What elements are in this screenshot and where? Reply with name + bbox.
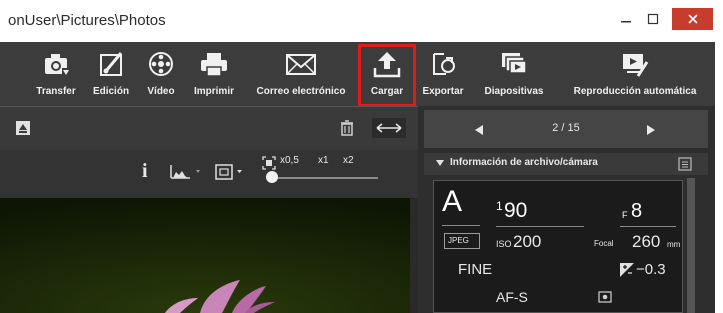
file-type-box: JPEG xyxy=(444,233,480,249)
printer-icon xyxy=(201,53,227,77)
zoom-slider-track[interactable] xyxy=(272,177,378,179)
print-label: Imprimir xyxy=(193,86,234,97)
focus-mode: AF-S xyxy=(496,289,528,305)
maximize-icon[interactable] xyxy=(642,8,664,30)
zoom-slider-thumb[interactable] xyxy=(266,171,278,183)
metering-icon xyxy=(598,291,612,303)
info-panel-title: Información de archivo/cámara xyxy=(450,157,598,168)
slideshow-icon xyxy=(502,53,527,74)
film-reel-icon xyxy=(149,52,173,76)
iso-prefix: ISO xyxy=(496,239,512,249)
edit-brush-icon xyxy=(100,52,123,76)
panel-divider[interactable] xyxy=(410,198,418,313)
image-position: 2 / 15 xyxy=(552,122,580,134)
close-button[interactable] xyxy=(672,8,713,30)
swap-arrows-icon[interactable] xyxy=(372,118,406,138)
image-navigator: 2 / 15 xyxy=(424,110,708,148)
image-quality: FINE xyxy=(458,261,493,278)
previous-arrow-icon[interactable] xyxy=(474,124,484,136)
print-button[interactable]: Imprimir xyxy=(186,42,242,106)
title-bar: onUser\Pictures\Photos xyxy=(0,0,723,42)
shutter-numerator: 1 xyxy=(496,199,503,213)
info-panel-header[interactable]: Información de archivo/cámara xyxy=(424,153,708,175)
exposure-compensation: −0.3 xyxy=(636,261,666,278)
mode-underline xyxy=(442,225,480,226)
panel-settings-icon[interactable] xyxy=(678,157,692,171)
focal-prefix: Focal xyxy=(594,239,614,248)
email-button[interactable]: Correo electrónico xyxy=(246,42,356,106)
grid-view-icon[interactable] xyxy=(214,162,246,182)
stamp-icon[interactable] xyxy=(14,119,32,137)
info-scrollbar[interactable] xyxy=(687,178,695,313)
close-icon xyxy=(687,14,698,24)
export-icon xyxy=(433,53,455,75)
camera-info-box: A 1 90 F 8 JPEG ISO 200 Focal 260 mm FIN… xyxy=(433,180,683,313)
focal-unit: mm xyxy=(667,240,681,249)
zoom-label-0-5[interactable]: x0,5 xyxy=(280,155,299,166)
transfer-button[interactable]: Transfer xyxy=(28,42,84,106)
next-arrow-icon[interactable] xyxy=(646,124,656,136)
slideshow-button[interactable]: Diapositivas xyxy=(475,42,553,106)
autoplay-button[interactable]: Reproducción automática xyxy=(558,42,712,106)
file-type: JPEG xyxy=(448,236,469,245)
export-button[interactable]: Exportar xyxy=(416,42,470,106)
info-button[interactable]: i xyxy=(142,160,148,183)
minimize-icon[interactable] xyxy=(615,8,637,30)
upload-highlight xyxy=(358,44,416,107)
aperture-prefix: F xyxy=(622,210,628,220)
camera-icon xyxy=(45,54,70,76)
focal-length: 260 xyxy=(632,232,661,251)
fit-screen-icon[interactable] xyxy=(262,156,276,170)
exposure-mode: A xyxy=(442,185,463,218)
viewer-top-bar xyxy=(0,106,418,151)
edit-label: Edición xyxy=(92,86,130,97)
edit-button[interactable]: Edición xyxy=(86,42,136,106)
video-label: Vídeo xyxy=(147,86,175,97)
zoom-label-1[interactable]: x1 xyxy=(318,155,329,166)
transfer-label: Transfer xyxy=(36,86,76,97)
email-label: Correo electrónico xyxy=(256,86,346,97)
slideshow-label: Diapositivas xyxy=(484,86,544,97)
shutter-underline xyxy=(496,226,584,227)
photo-flower xyxy=(0,198,410,313)
viewer-controls-bar: i x0,5 x1 x2 xyxy=(0,150,418,198)
image-viewer[interactable] xyxy=(0,198,410,313)
collapse-triangle-icon[interactable] xyxy=(436,160,444,167)
autoplay-label: Reproducción automática xyxy=(573,86,697,97)
autoplay-icon xyxy=(623,54,649,77)
shutter-speed: 90 xyxy=(504,199,528,222)
histogram-icon[interactable] xyxy=(168,162,204,182)
window-title: onUser\Pictures\Photos xyxy=(8,12,166,29)
window-edge xyxy=(715,42,723,313)
exposure-compensation-icon xyxy=(620,263,634,277)
aperture-underline xyxy=(620,226,676,227)
video-button[interactable]: Vídeo xyxy=(138,42,184,106)
trash-icon[interactable] xyxy=(338,119,356,137)
envelope-icon xyxy=(286,54,316,75)
iso-value: 200 xyxy=(513,232,542,251)
aperture-value: 8 xyxy=(631,200,643,222)
zoom-label-2[interactable]: x2 xyxy=(343,155,354,166)
export-label: Exportar xyxy=(422,86,464,97)
